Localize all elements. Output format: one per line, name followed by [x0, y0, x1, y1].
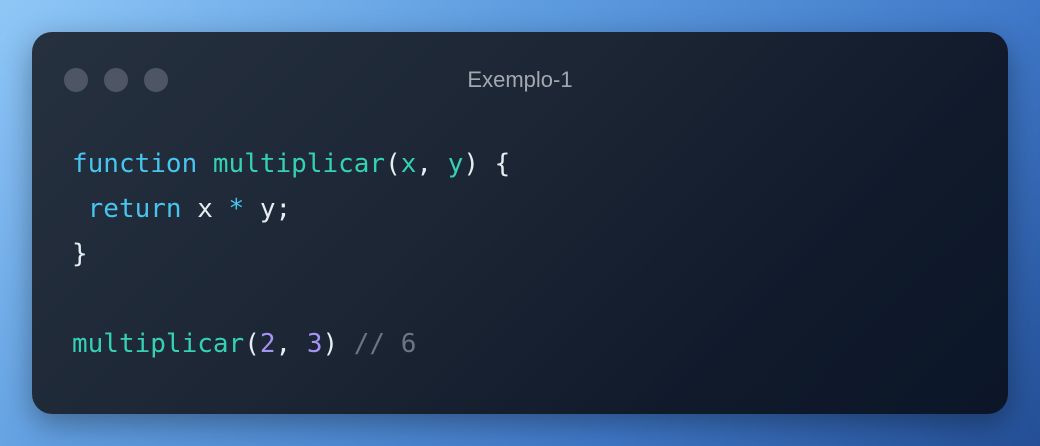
code-window: Exemplo-1 function multiplicar(x, y) { r… — [32, 32, 1008, 414]
code-block: function multiplicar(x, y) { return x * … — [72, 142, 510, 367]
param-separator: , — [416, 149, 448, 179]
multiply-operator: * — [228, 194, 245, 224]
code-line-2: return x * y; — [72, 187, 510, 232]
result-comment: // 6 — [353, 329, 417, 359]
code-line-4-blank — [72, 277, 510, 322]
operand-y: y; — [244, 194, 292, 224]
call-open-paren: ( — [244, 329, 260, 359]
open-paren: ( — [385, 149, 401, 179]
close-paren-brace: ) { — [463, 149, 511, 179]
code-line-1: function multiplicar(x, y) { — [72, 142, 510, 187]
param-x: x — [400, 149, 417, 179]
window-title: Exemplo-1 — [467, 67, 573, 92]
code-line-3: } — [72, 232, 510, 277]
param-y: y — [447, 149, 464, 179]
close-brace: } — [72, 239, 88, 269]
code-line-5: multiplicar(2, 3) // 6 — [72, 322, 510, 367]
arg-separator: , — [275, 329, 307, 359]
call-function-name: multiplicar — [72, 329, 245, 359]
arg-3: 3 — [306, 329, 323, 359]
keyword-function: function — [72, 149, 198, 179]
call-close-paren: ) — [322, 329, 354, 359]
window-titlebar: Exemplo-1 — [32, 32, 1008, 128]
function-name: multiplicar — [212, 149, 386, 179]
operand-x: x — [181, 194, 229, 224]
arg-2: 2 — [259, 329, 276, 359]
keyword-return: return — [87, 194, 182, 224]
